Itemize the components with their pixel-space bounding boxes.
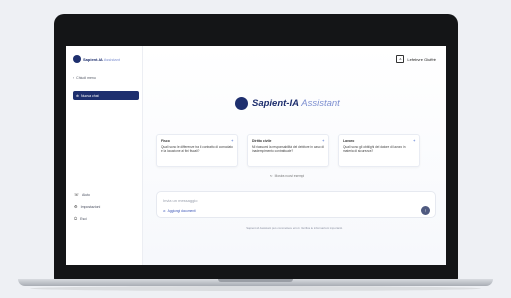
example-prompt-card[interactable]: Lavoro Quali sono gli obblighi del dator… — [338, 134, 420, 167]
brain-logo-icon — [73, 55, 81, 63]
user-name: Lefebvre Giuffrè — [407, 56, 436, 62]
sidebar-item-label: Esci — [80, 216, 87, 221]
disclaimer-text: Sapient-IA Assistant può commettere erro… — [246, 226, 343, 230]
help-icon: ☏ — [74, 192, 80, 197]
brand-title: Sapient-IA Assistant — [252, 98, 340, 109]
new-chat-button[interactable]: ⊕ Nuova chat — [73, 91, 139, 100]
logo-name: Sapient-IA — [83, 56, 103, 62]
send-button[interactable]: ↑ — [421, 206, 430, 215]
card-body: Mi riassumi la responsabilità del debito… — [252, 145, 324, 154]
app-screen: Sapient-IA Assistant ‹ Chiudi menu ⊕ Nuo… — [66, 46, 446, 265]
card-body: Quali sono gli obblighi del datore di la… — [343, 145, 406, 154]
brand-accent: Assistant — [301, 98, 340, 109]
sparkle-icon: ✦ — [321, 138, 325, 143]
sidebar: Sapient-IA Assistant ‹ Chiudi menu ⊕ Nuo… — [66, 46, 143, 265]
sidebar-item-logout[interactable]: ⏻ Esci — [74, 216, 100, 221]
sidebar-item-settings[interactable]: ⚙ Impostazioni — [74, 204, 100, 209]
example-prompt-card[interactable]: Diritto civile Mi riassumi la responsabi… — [247, 134, 329, 167]
sidebar-item-label: Aiuto — [82, 192, 90, 197]
refresh-examples-button[interactable]: ↻ Mostra nuovi esempi — [270, 174, 304, 178]
example-prompt-card[interactable]: Fisco Quali sono le differenze tra il co… — [156, 134, 238, 167]
card-title: Fisco — [161, 139, 170, 143]
brand-name: Sapient-IA — [252, 98, 299, 109]
refresh-label: Mostra nuovi esempi — [274, 174, 305, 178]
logout-icon: ⏻ — [74, 216, 78, 221]
arrow-up-icon: ↑ — [424, 208, 427, 213]
brain-logo-icon — [235, 97, 248, 110]
card-title: Lavoro — [343, 139, 355, 143]
plus-circle-icon: ⊕ — [76, 93, 79, 98]
settings-icon: ⚙ — [74, 204, 78, 209]
sparkle-icon: ✦ — [230, 138, 234, 143]
attach-label: Aggiungi documenti — [167, 209, 196, 213]
laptop-shadow — [30, 286, 481, 291]
card-body: Quali sono le differenze tra il contratt… — [161, 145, 233, 154]
message-input[interactable]: Invia un messaggio — [163, 198, 197, 203]
collapse-menu-button[interactable]: ‹ Chiudi menu — [73, 76, 96, 80]
assistant-brand: Sapient-IA Assistant — [235, 97, 340, 110]
message-composer[interactable]: Invia un messaggio ⊘ Aggiungi documenti … — [156, 191, 436, 218]
logo-accent: Assistant — [103, 56, 120, 62]
card-title: Diritto civile — [252, 139, 272, 143]
chevron-left-icon: ‹ — [73, 76, 75, 80]
app-logo[interactable]: Sapient-IA Assistant — [73, 55, 120, 63]
refresh-icon: ↻ — [270, 174, 273, 178]
laptop-notch — [218, 279, 293, 282]
main-area: A Lefebvre Giuffrè Sapient-IA Assistant … — [143, 46, 446, 265]
sidebar-item-label: Impostazioni — [80, 204, 101, 209]
paperclip-icon: ⊘ — [163, 209, 166, 213]
sparkle-icon: ✦ — [412, 138, 416, 143]
new-chat-label: Nuova chat — [80, 93, 99, 98]
collapse-menu-label: Chiudi menu — [76, 76, 96, 80]
logo-text: Sapient-IA Assistant — [83, 57, 120, 62]
sidebar-item-help[interactable]: ☏ Aiuto — [74, 192, 100, 197]
user-avatar: A — [396, 55, 405, 63]
sidebar-bottom-menu: ☏ Aiuto ⚙ Impostazioni ⏻ Esci — [74, 192, 100, 221]
user-menu[interactable]: A Lefebvre Giuffrè — [396, 55, 436, 63]
attach-documents-button[interactable]: ⊘ Aggiungi documenti — [163, 209, 196, 213]
